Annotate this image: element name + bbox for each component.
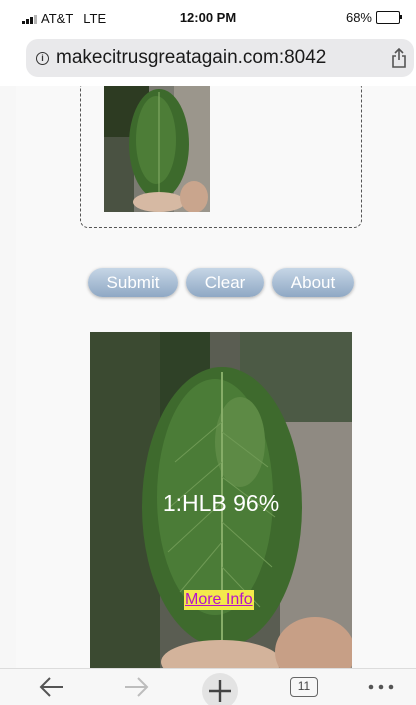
- battery-percent: 68%: [345, 10, 372, 25]
- status-bar: AT&T LTE 12:00 PM 68%: [0, 0, 416, 36]
- about-button[interactable]: About: [272, 268, 354, 297]
- forward-arrow-icon[interactable]: [122, 675, 150, 699]
- uploaded-leaf-thumbnail: [104, 86, 210, 212]
- tab-count: 11: [290, 677, 318, 697]
- more-info-link[interactable]: More Info: [184, 590, 254, 610]
- browser-toolbar: 11: [0, 668, 416, 705]
- info-icon[interactable]: i: [36, 52, 49, 65]
- result-panel: 1:HLB 96% More Info: [90, 332, 352, 668]
- new-tab-icon[interactable]: [200, 671, 240, 705]
- address-bar[interactable]: i makecitrusgreatagain.com:8042: [26, 39, 414, 77]
- submit-button[interactable]: Submit: [88, 268, 178, 297]
- clear-button[interactable]: Clear: [186, 268, 264, 297]
- address-bar-area: i makecitrusgreatagain.com:8042: [0, 36, 416, 86]
- status-right: 68%: [345, 10, 402, 25]
- back-arrow-icon[interactable]: [38, 675, 66, 699]
- tabs-button[interactable]: 11: [290, 675, 318, 699]
- url-text[interactable]: makecitrusgreatagain.com:8042: [56, 47, 326, 69]
- more-options-icon[interactable]: [366, 675, 396, 699]
- battery-icon: [376, 11, 402, 24]
- action-buttons: Submit Clear About: [16, 268, 416, 298]
- prediction-label: 1:HLB 96%: [162, 490, 280, 516]
- share-icon[interactable]: [390, 48, 408, 68]
- page-content: Submit Clear About 1:HLB 96% More Info: [16, 86, 416, 668]
